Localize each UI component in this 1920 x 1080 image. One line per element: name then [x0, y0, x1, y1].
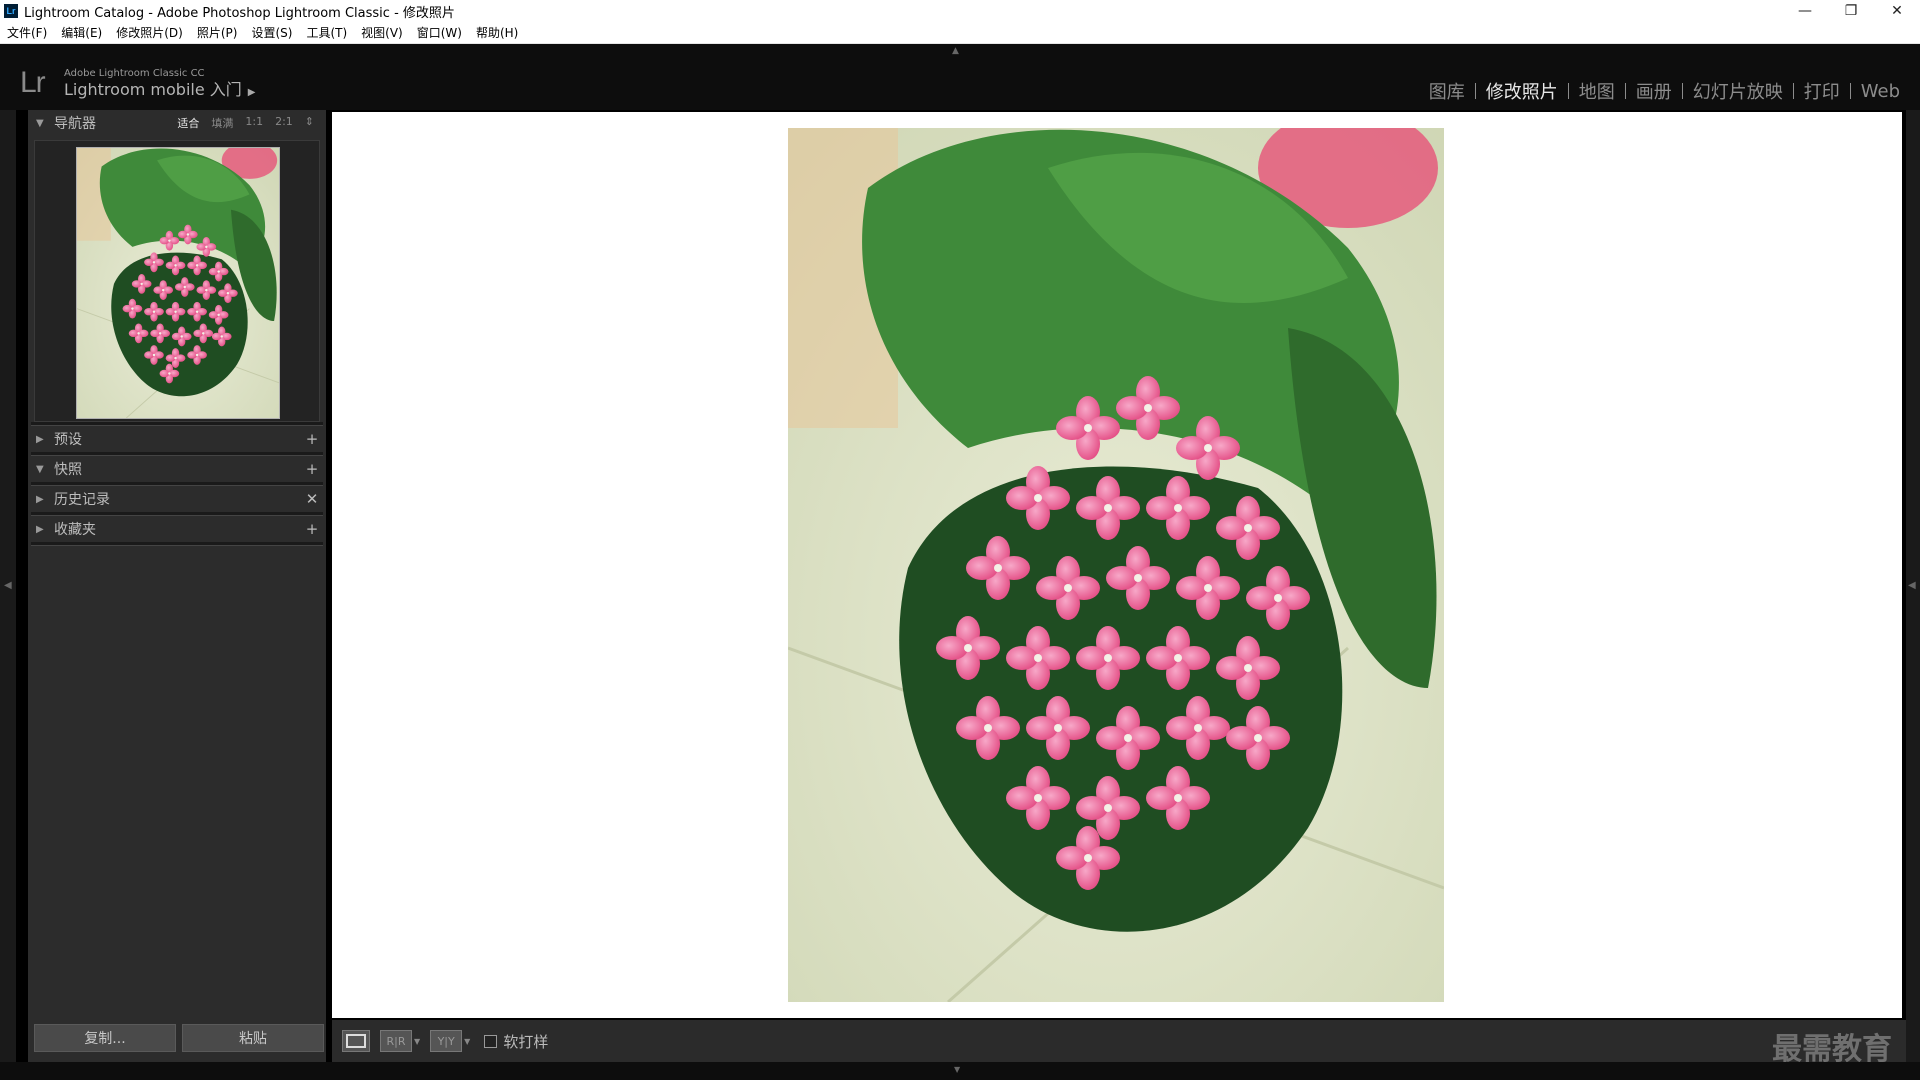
add-collection-icon[interactable]: + [304, 520, 320, 538]
bottom-edge-strip: ▼ [0, 1062, 1920, 1080]
menu-photo[interactable]: 照片(P) [190, 24, 245, 41]
loupe-view-button[interactable] [342, 1030, 370, 1052]
develop-toolbar: R|R ▼ Y|Y ▼ 软打样 最需教育 [332, 1020, 1906, 1067]
lr-logo: Lr [20, 66, 46, 99]
menu-view[interactable]: 视图(V) [354, 24, 410, 41]
add-snapshot-icon[interactable]: + [304, 460, 320, 478]
module-book[interactable]: 画册 [1626, 78, 1682, 104]
close-button[interactable]: ✕ [1874, 0, 1920, 22]
left-panel-toggle-icon[interactable]: ◀ [4, 580, 12, 591]
presets-title: 预设 [54, 432, 82, 448]
module-slideshow[interactable]: 幻灯片放映 [1683, 78, 1793, 104]
collections-header[interactable]: ▶ 收藏夹 + [28, 516, 326, 542]
menu-develop[interactable]: 修改照片(D) [109, 24, 190, 41]
zoom-1-1[interactable]: 1:1 [239, 115, 269, 131]
left-panel: ▼ 导航器 适合 填满 1:1 2:1 ⇕ ▶ 预设 + ▼ 快照 + ▶ 历史… [28, 110, 326, 1062]
menu-edit[interactable]: 编辑(E) [54, 24, 109, 41]
chevron-down-icon[interactable]: ▼ [464, 1037, 470, 1046]
clear-history-icon[interactable]: ✕ [304, 490, 320, 508]
mobile-link[interactable]: Lightroom mobile 入门 ▶ [64, 80, 255, 103]
snapshots-title: 快照 [54, 462, 82, 478]
menu-bar: 文件(F) 编辑(E) 修改照片(D) 照片(P) 设置(S) 工具(T) 视图… [0, 22, 1920, 44]
filmstrip-toggle-icon[interactable]: ▼ [954, 1065, 960, 1074]
menu-settings[interactable]: 设置(S) [244, 24, 299, 41]
module-print[interactable]: 打印 [1794, 78, 1850, 104]
menu-file[interactable]: 文件(F) [0, 24, 54, 41]
collapsed-triangle-icon: ▶ [36, 523, 44, 535]
module-picker: 图库 修改照片 地图 画册 幻灯片放映 打印 Web [1419, 78, 1910, 104]
history-header[interactable]: ▶ 历史记录 ✕ [28, 486, 326, 512]
module-library[interactable]: 图库 [1419, 78, 1475, 104]
menu-tools[interactable]: 工具(T) [299, 24, 354, 41]
zoom-fit[interactable]: 适合 [171, 115, 205, 131]
collapsed-triangle-icon: ▶ [36, 433, 44, 445]
right-panel-toggle-icon[interactable]: ◀ [1908, 580, 1916, 591]
mobile-label: Lightroom mobile 入门 [64, 80, 242, 99]
window-title: Lightroom Catalog - Adobe Photoshop Ligh… [24, 5, 455, 21]
zoom-dropdown-icon[interactable]: ⇕ [299, 115, 320, 131]
play-icon: ▶ [247, 87, 256, 98]
module-develop[interactable]: 修改照片 [1476, 78, 1568, 104]
minimize-button[interactable]: — [1782, 0, 1828, 22]
module-map[interactable]: 地图 [1569, 78, 1625, 104]
loupe-icon [346, 1034, 366, 1048]
expanded-triangle-icon: ▼ [36, 463, 44, 475]
collapsed-triangle-icon: ▶ [36, 493, 44, 505]
soft-proof-checkbox[interactable] [484, 1034, 498, 1048]
window-titlebar: Lr Lightroom Catalog - Adobe Photoshop L… [0, 0, 1920, 22]
identity-plate: ▲ Lr Adobe Lightroom Classic CC Lightroo… [0, 44, 1920, 110]
before-after-button[interactable]: R|R [380, 1030, 412, 1052]
navigator-title: 导航器 [54, 116, 96, 132]
collections-title: 收藏夹 [54, 522, 96, 538]
zoom-2-1[interactable]: 2:1 [269, 115, 299, 131]
menu-help[interactable]: 帮助(H) [469, 24, 525, 41]
loupe-view[interactable] [332, 112, 1902, 1018]
before-after-yy-button[interactable]: Y|Y [430, 1030, 463, 1052]
navigator-zoom-options: 适合 填满 1:1 2:1 ⇕ [171, 115, 320, 131]
add-preset-icon[interactable]: + [304, 430, 320, 448]
main-photo[interactable] [788, 128, 1444, 1002]
lightroom-app-icon: Lr [4, 4, 18, 18]
zoom-fill[interactable]: 填满 [205, 115, 239, 131]
restore-button[interactable]: ❐ [1828, 0, 1874, 22]
top-panel-toggle-icon[interactable]: ▲ [952, 46, 959, 56]
navigator-header[interactable]: ▼ 导航器 适合 填满 1:1 2:1 ⇕ [28, 110, 326, 136]
history-title: 历史记录 [54, 492, 110, 508]
expanded-triangle-icon: ▼ [36, 117, 44, 129]
left-panel-buttons: 复制... 粘贴 [34, 1024, 324, 1052]
chevron-down-icon[interactable]: ▼ [414, 1037, 420, 1046]
presets-header[interactable]: ▶ 预设 + [28, 426, 326, 452]
panel-divider [31, 542, 323, 546]
product-name: Adobe Lightroom Classic CC [64, 68, 205, 79]
navigator-thumbnail[interactable] [76, 147, 280, 419]
copy-settings-button[interactable]: 复制... [34, 1024, 176, 1052]
snapshots-header[interactable]: ▼ 快照 + [28, 456, 326, 482]
menu-window[interactable]: 窗口(W) [410, 24, 469, 41]
identity-text: Adobe Lightroom Classic CC Lightroom mob… [64, 68, 255, 103]
module-web[interactable]: Web [1851, 81, 1910, 102]
right-edge-strip: ◀ [1906, 110, 1920, 1062]
soft-proof-label: 软打样 [503, 1032, 549, 1051]
navigator-preview [34, 140, 320, 422]
left-edge-strip: ◀ [0, 110, 16, 1062]
paste-settings-button[interactable]: 粘贴 [182, 1024, 324, 1052]
